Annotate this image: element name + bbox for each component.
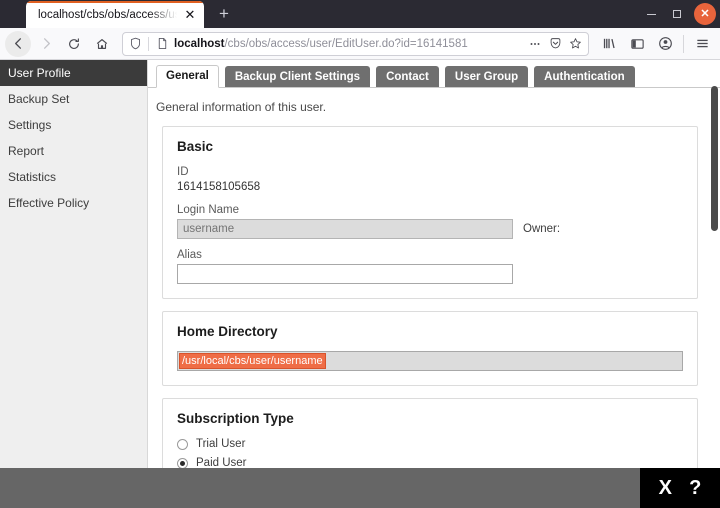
bottom-bar: X ? — [0, 468, 720, 508]
library-icon[interactable] — [595, 30, 623, 58]
tab-strip: localhost/cbs/obs/access/us ✕ + ✕ — [0, 0, 720, 28]
hamburger-menu-icon[interactable] — [688, 30, 716, 58]
home-directory-heading: Home Directory — [177, 324, 683, 339]
panels-container: Basic ID 1614158105658 Login Name Owner:… — [148, 114, 720, 468]
toolbar-divider — [683, 35, 684, 53]
login-name-row: Owner: — [177, 219, 683, 239]
toolbar-right-icons — [595, 30, 716, 58]
id-value: 1614158105658 — [177, 181, 683, 193]
shield-icon[interactable] — [127, 36, 143, 52]
back-arrow-icon[interactable] — [5, 31, 31, 57]
page-icon[interactable] — [154, 36, 170, 52]
tab-contact[interactable]: Contact — [376, 66, 439, 87]
minimize-button[interactable] — [638, 1, 664, 27]
window-controls: ✕ — [638, 0, 716, 28]
sidebar-item-label: Report — [8, 144, 44, 158]
navigation-toolbar: localhost/cbs/obs/access/user/EditUser.d… — [0, 28, 720, 60]
ellipsis-icon[interactable] — [526, 35, 544, 53]
help-question-icon[interactable]: ? — [689, 478, 701, 498]
close-x-icon[interactable]: X — [659, 478, 672, 498]
sidebar-item-report[interactable]: Report — [0, 138, 147, 164]
radio-paid-user[interactable]: Paid User — [177, 457, 683, 468]
tab-title: localhost/cbs/obs/access/us — [38, 9, 180, 21]
tab-user-group[interactable]: User Group — [445, 66, 528, 87]
intro-text: General information of this user. — [148, 88, 720, 114]
tab-close-icon[interactable]: ✕ — [182, 7, 198, 23]
app-sidebar: User Profile Backup Set Settings Report … — [0, 60, 148, 468]
sidebar-item-statistics[interactable]: Statistics — [0, 164, 147, 190]
url-text[interactable]: localhost/cbs/obs/access/user/EditUser.d… — [174, 38, 524, 50]
sidebar-item-label: Statistics — [8, 170, 56, 184]
star-icon[interactable] — [566, 35, 584, 53]
main-content: General Backup Client Settings Contact U… — [148, 60, 720, 468]
radio-icon-selected[interactable] — [177, 458, 188, 469]
sidebar-item-label: Effective Policy — [8, 196, 89, 210]
maximize-button[interactable] — [664, 1, 690, 27]
page-content: User Profile Backup Set Settings Report … — [0, 60, 720, 468]
window-close-button[interactable]: ✕ — [694, 3, 716, 25]
reload-icon[interactable] — [60, 30, 88, 58]
radio-label: Trial User — [196, 438, 245, 450]
forward-arrow-icon[interactable] — [32, 30, 60, 58]
url-host: localhost — [174, 38, 224, 50]
radio-trial-user[interactable]: Trial User — [177, 438, 683, 450]
login-name-label: Login Name — [177, 204, 683, 216]
home-icon[interactable] — [88, 30, 116, 58]
sidebar-panel-icon[interactable] — [623, 30, 651, 58]
content-tab-bar: General Backup Client Settings Contact U… — [148, 60, 720, 88]
tab-backup-client-settings[interactable]: Backup Client Settings — [225, 66, 370, 87]
sidebar-item-effective-policy[interactable]: Effective Policy — [0, 190, 147, 216]
sidebar-item-label: Settings — [8, 118, 51, 132]
radio-label: Paid User — [196, 457, 247, 468]
sidebar-item-backup-set[interactable]: Backup Set — [0, 86, 147, 112]
sidebar-item-label: Backup Set — [8, 92, 69, 106]
owner-label: Owner: — [523, 223, 560, 235]
basic-panel: Basic ID 1614158105658 Login Name Owner:… — [162, 126, 698, 299]
alias-input[interactable] — [177, 264, 513, 284]
subscription-type-panel: Subscription Type Trial User Paid User — [162, 398, 698, 468]
login-name-input[interactable] — [177, 219, 513, 239]
new-tab-button[interactable]: + — [212, 3, 236, 27]
home-directory-input[interactable]: /usr/local/cbs/user/username — [177, 351, 683, 371]
content-scrollbar-thumb[interactable] — [711, 86, 718, 231]
subscription-heading: Subscription Type — [177, 411, 683, 426]
url-divider — [148, 37, 149, 51]
tab-general[interactable]: General — [156, 65, 219, 88]
home-directory-value: /usr/local/cbs/user/username — [180, 354, 325, 368]
id-label: ID — [177, 166, 683, 178]
basic-heading: Basic — [177, 139, 683, 154]
tab-authentication[interactable]: Authentication — [534, 66, 635, 87]
url-bar[interactable]: localhost/cbs/obs/access/user/EditUser.d… — [122, 32, 589, 56]
browser-window: localhost/cbs/obs/access/us ✕ + ✕ — [0, 0, 720, 508]
home-directory-panel: Home Directory /usr/local/cbs/user/usern… — [162, 311, 698, 386]
pocket-icon[interactable] — [546, 35, 564, 53]
radio-icon[interactable] — [177, 439, 188, 450]
sidebar-item-user-profile[interactable]: User Profile — [0, 60, 147, 86]
sidebar-item-label: User Profile — [8, 66, 71, 80]
url-path: /cbs/obs/access/user/EditUser.do?id=1614… — [224, 38, 467, 50]
sidebar-item-settings[interactable]: Settings — [0, 112, 147, 138]
account-icon[interactable] — [651, 30, 679, 58]
alias-label: Alias — [177, 249, 683, 261]
browser-tab[interactable]: localhost/cbs/obs/access/us ✕ — [26, 1, 204, 28]
bottom-actions: X ? — [640, 468, 720, 508]
